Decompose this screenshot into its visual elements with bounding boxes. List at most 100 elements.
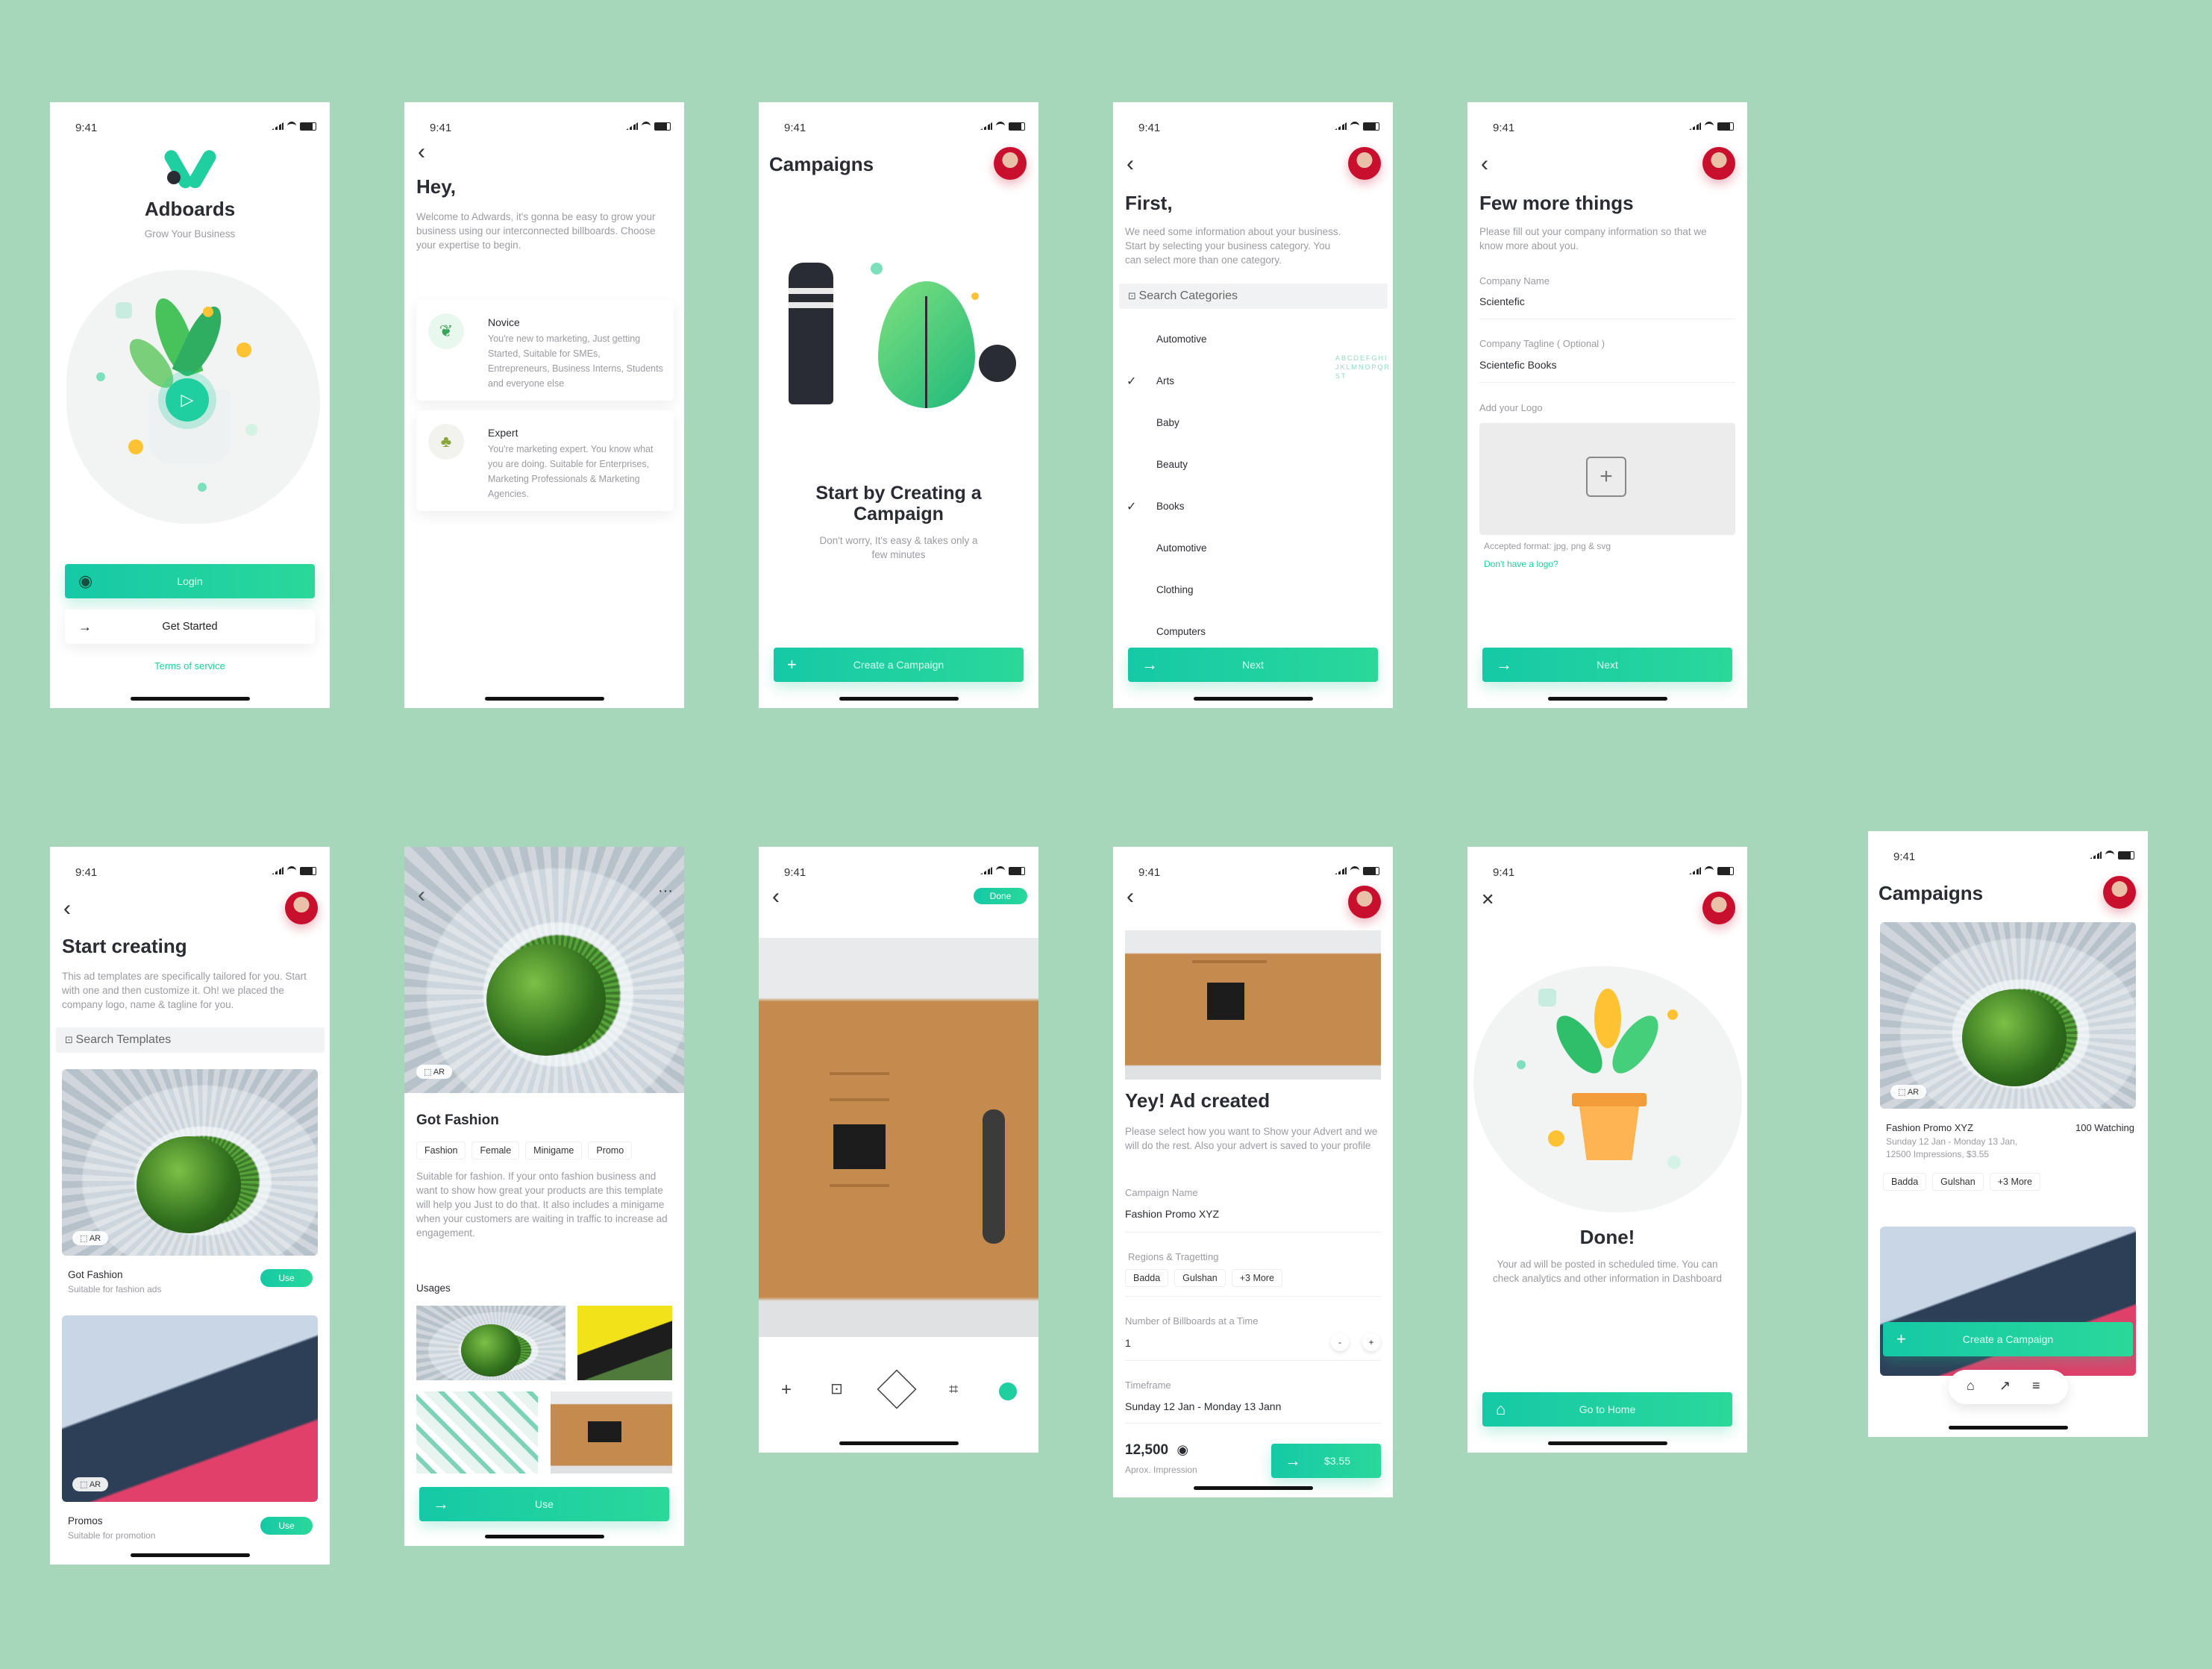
home-icon[interactable]: ⌂ (1967, 1378, 1975, 1394)
go-home-button[interactable]: ⌂ Go to Home (1482, 1392, 1732, 1427)
crop-icon[interactable]: ⌗ (949, 1380, 958, 1399)
tag-chip[interactable]: +3 More (1231, 1269, 1282, 1287)
tag-chip[interactable]: Fashion (416, 1142, 466, 1159)
category-item[interactable]: ✓Baby (1113, 402, 1329, 444)
pay-button[interactable]: → $3.55 (1271, 1444, 1381, 1478)
play-video-button[interactable]: ▷ (166, 378, 209, 422)
template-image-promos[interactable] (62, 1315, 318, 1502)
next-button[interactable]: → Next (1482, 648, 1732, 682)
arrow-right-icon: → (1141, 655, 1158, 674)
back-button[interactable]: ‹ (772, 886, 780, 908)
home-indicator (839, 697, 959, 701)
tag-chip[interactable]: Female (471, 1142, 520, 1159)
use-template-button[interactable]: Use (260, 1517, 313, 1535)
region-chips: Badda Gulshan +3 More (1883, 1173, 2046, 1191)
more-options-icon[interactable]: ··· (658, 883, 673, 900)
tag-chip[interactable]: Minigame (525, 1142, 583, 1159)
template-image-fashion[interactable] (62, 1069, 318, 1256)
next-button[interactable]: → Next (1128, 648, 1378, 682)
tag-chip[interactable]: Promo (588, 1142, 633, 1159)
home-indicator (484, 697, 604, 701)
use-template-button[interactable]: → Use (419, 1487, 669, 1521)
brand-logo-icon (162, 145, 219, 191)
timeframe-value[interactable]: Sunday 12 Jan - Monday 13 Jann (1125, 1400, 1281, 1412)
check-icon: ✓ (1127, 501, 1137, 513)
decrement-button[interactable]: - (1331, 1333, 1349, 1351)
billboards-value[interactable]: 1 (1125, 1337, 1131, 1349)
terms-link[interactable]: Terms of service (50, 660, 330, 671)
status-time: 9:41 (1138, 122, 1161, 134)
usage-image[interactable] (551, 1391, 672, 1474)
close-icon[interactable]: ✕ (1481, 890, 1494, 909)
menu-icon[interactable]: ≡ (2032, 1378, 2040, 1394)
ar-cube-icon: ⬚ (424, 1068, 433, 1077)
tag-chip[interactable]: Badda (1125, 1269, 1169, 1287)
back-button[interactable]: ‹ (418, 884, 425, 906)
avatar[interactable] (1702, 892, 1735, 924)
get-started-button[interactable]: → Get Started (65, 610, 315, 644)
back-button[interactable]: ‹ (418, 141, 425, 163)
category-item[interactable]: ✓ Arts (1113, 360, 1329, 402)
wifi-icon (1705, 122, 1714, 131)
status-bar: 9:41 (404, 116, 684, 138)
ar-cube-icon[interactable] (877, 1369, 917, 1409)
back-button[interactable]: ‹ (1127, 153, 1134, 175)
campaign-name-field[interactable]: Fashion Promo XYZ (1125, 1208, 1219, 1220)
page-title: Start creating (62, 935, 187, 957)
avatar[interactable] (1348, 886, 1381, 918)
focus-icon[interactable]: ⊡ (830, 1380, 843, 1398)
analytics-icon[interactable]: ↗ (1999, 1378, 2011, 1394)
search-categories-input[interactable]: ⊡ Search Categories (1119, 284, 1388, 309)
campaign-image[interactable] (1880, 922, 2136, 1109)
screen-campaigns-empty: 9:41 Campaigns Start by Creating a Campa… (759, 102, 1038, 708)
add-icon[interactable]: + (781, 1380, 792, 1400)
category-item[interactable]: ✓Computers (1113, 611, 1329, 653)
tag-chip[interactable]: Badda (1883, 1173, 1927, 1191)
category-item[interactable]: ✓Automotive (1113, 527, 1329, 569)
create-campaign-button[interactable]: + Create a Campaign (774, 648, 1024, 682)
login-button[interactable]: ◉ Login (65, 564, 315, 598)
category-item[interactable]: ✓ Books (1113, 486, 1329, 527)
create-campaign-button[interactable]: + Create a Campaign (1883, 1322, 2133, 1356)
alphabet-index[interactable]: ABCDEFGHIJKLMNOPQRST (1335, 354, 1392, 381)
usage-image[interactable] (416, 1391, 538, 1474)
editor-canvas[interactable] (759, 938, 1038, 1337)
status-bar: 9:41 (50, 860, 330, 883)
logo-upload-area[interactable]: + (1479, 423, 1735, 535)
category-item[interactable]: ✓Clothing (1113, 569, 1329, 611)
usage-image[interactable] (416, 1306, 565, 1380)
tag-chip[interactable]: Gulshan (1174, 1269, 1226, 1287)
category-item[interactable]: ✓Automotive (1113, 319, 1329, 360)
no-logo-link[interactable]: Don't have a logo? (1484, 559, 1558, 569)
use-template-button[interactable]: Use (260, 1269, 313, 1287)
back-button[interactable]: ‹ (63, 898, 71, 920)
search-templates-input[interactable]: ⊡ Search Templates (56, 1027, 325, 1053)
ar-badge[interactable]: ⬚ AR (1890, 1085, 1927, 1099)
avatar[interactable] (994, 147, 1027, 180)
back-button[interactable]: ‹ (1481, 153, 1488, 175)
avatar[interactable] (285, 892, 318, 924)
ar-badge[interactable]: ⬚ AR (72, 1231, 109, 1245)
back-button[interactable]: ‹ (1127, 886, 1134, 908)
company-name-field[interactable]: Scientefic (1479, 295, 1525, 307)
avatar[interactable] (1348, 147, 1381, 180)
editor-toolbar: + ⊡ ⌗ (759, 1369, 1038, 1414)
ar-badge[interactable]: ⬚ AR (416, 1065, 453, 1079)
category-item[interactable]: ✓Beauty (1113, 444, 1329, 486)
option-expert[interactable]: ♣ Expert You're marketing expert. You kn… (416, 410, 674, 511)
increment-button[interactable]: + (1362, 1333, 1380, 1351)
done-body: Your ad will be posted in scheduled time… (1493, 1259, 1722, 1284)
avatar[interactable] (2103, 876, 2136, 909)
color-picker-icon[interactable] (999, 1383, 1017, 1400)
usage-image[interactable] (577, 1306, 672, 1380)
tag-chip[interactable]: Gulshan (1932, 1173, 1984, 1191)
done-button[interactable]: Done (974, 888, 1027, 904)
impressions-label: Aprox. Impression (1125, 1465, 1197, 1475)
company-tagline-field[interactable]: Scientefic Books (1479, 359, 1557, 371)
screen-categories: 9:41 ‹ First, We need some information a… (1113, 102, 1393, 708)
tag-chip[interactable]: +3 More (1989, 1173, 2040, 1191)
option-novice[interactable]: ❦ Novice You're new to marketing, Just g… (416, 300, 674, 401)
home-indicator (1547, 1441, 1667, 1445)
ar-badge[interactable]: ⬚ AR (72, 1477, 109, 1491)
avatar[interactable] (1702, 147, 1735, 180)
